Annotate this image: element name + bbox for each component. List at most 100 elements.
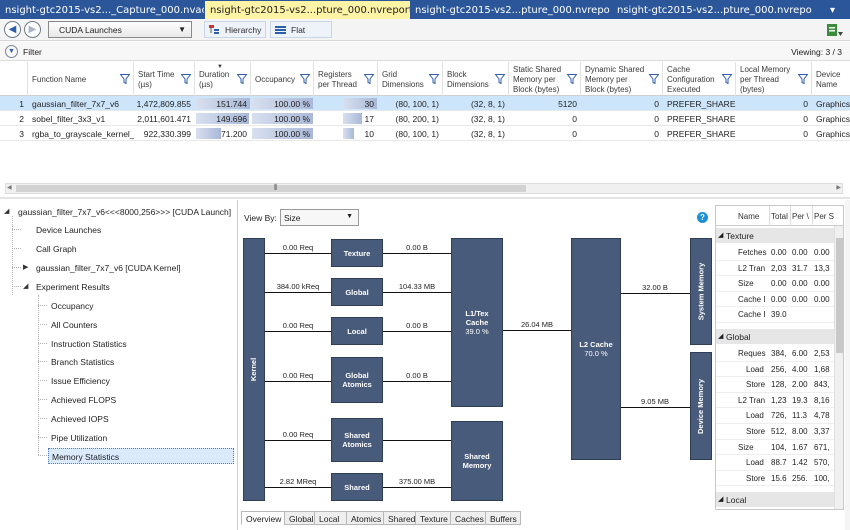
filter-funnel-icon[interactable] xyxy=(120,74,130,84)
tree-item-device-launches[interactable]: Device Launches xyxy=(36,222,101,238)
column-header-occupancy[interactable]: Occupancy xyxy=(251,62,314,96)
stats-cell: 15.6 xyxy=(771,473,787,483)
tree-item-experiment-results[interactable]: ◢ Experiment Results xyxy=(23,279,110,295)
stats-row[interactable]: L2 Tran 1,23 19.3 8,16 xyxy=(716,393,834,409)
collapse-icon[interactable]: ◢ xyxy=(718,495,723,503)
tree-item-experiment[interactable]: Issue Efficiency xyxy=(51,373,110,389)
stats-column-name[interactable]: Name xyxy=(738,212,768,221)
column-header-start-time[interactable]: Start Time (µs) xyxy=(134,62,195,96)
tree-item-experiment[interactable]: Achieved IOPS xyxy=(51,411,109,427)
stats-column-per-second[interactable]: Per S xyxy=(814,212,834,221)
stats-cell: 2,53 xyxy=(814,349,830,358)
filter-funnel-icon[interactable] xyxy=(649,74,659,84)
table-row[interactable]: 3 rgba_to_grayscale_kernel_v1 922,330.399 7… xyxy=(0,126,850,141)
column-header-duration[interactable]: ▼ Duration (µs) xyxy=(195,62,251,96)
stats-row[interactable]: Reques 384, 6.00 2,53 xyxy=(716,346,834,362)
tree-root-launch[interactable]: ◢ gaussian_filter_7x7_v6<<<8000,256>>> [C… xyxy=(4,204,231,220)
column-header-function-name[interactable]: Function Name xyxy=(28,62,134,96)
pane-vertical-scrollbar[interactable] xyxy=(845,200,850,530)
tree-item-kernel[interactable]: ▶ gaussian_filter_7x7_v6 [CUDA Kernel] xyxy=(23,260,181,276)
stats-column-total[interactable]: Total xyxy=(771,212,789,221)
export-icon[interactable] xyxy=(826,22,844,38)
collapse-icon[interactable]: ◢ xyxy=(23,282,28,290)
tree-item-experiment[interactable]: Memory Statistics xyxy=(48,448,234,465)
stats-row[interactable]: Cache I 39.0 xyxy=(716,307,834,323)
stats-row[interactable]: Size 0.00 0.00 0.00 xyxy=(716,276,834,292)
tree-item-experiment[interactable]: Occupancy xyxy=(51,298,94,314)
collapse-icon[interactable]: ◢ xyxy=(4,207,9,215)
launch-type-select[interactable]: CUDA Launches ▼ xyxy=(48,21,192,38)
stats-row[interactable]: L2 Tran 2,03 31.7 13,3 xyxy=(716,261,834,277)
doc-tab-report-2[interactable]: nsight-gtc2015-vs2...pture_000.nvreport xyxy=(410,1,610,19)
column-header-registers[interactable]: Registers per Thread xyxy=(314,62,378,96)
stats-row[interactable]: Fetches 0.00 0.00 0.00 xyxy=(716,245,834,261)
stats-group-global[interactable]: ◢ Global xyxy=(716,329,834,344)
stats-row[interactable]: Store 128, 2.00 843, xyxy=(716,377,834,393)
tab-buffers[interactable]: Buffers xyxy=(485,511,521,525)
stats-row[interactable]: Store 512, 8.00 3,37 xyxy=(716,424,834,440)
tab-local[interactable]: Local xyxy=(314,511,347,525)
doc-tab-report-active[interactable]: nsight-gtc2015-vs2...pture_000.nvreport⊸… xyxy=(205,1,410,19)
scrollbar-thumb[interactable]: ⦀ xyxy=(16,183,526,192)
table-cell-name: gaussian_filter_7x7_v6 xyxy=(28,96,134,111)
scroll-left-icon[interactable]: ◀ xyxy=(7,184,12,191)
filter-funnel-icon[interactable] xyxy=(300,74,310,84)
stats-row[interactable]: Load 256, 4.00 1,68 xyxy=(716,362,834,378)
stats-row[interactable]: Store 15.6 256. 100, xyxy=(716,471,834,487)
tab-shared[interactable]: Shared xyxy=(383,511,416,525)
tab-overflow-icon[interactable]: ▾ xyxy=(826,1,846,19)
scroll-right-icon[interactable]: ▶ xyxy=(836,184,841,191)
column-header-dynamic-shared[interactable]: Dynamic Shared Memory per Block (bytes) xyxy=(581,62,663,96)
stats-row[interactable]: Load 726, 11.3 4,78 xyxy=(716,408,834,424)
stats-column-per-warp[interactable]: Per \ xyxy=(792,212,810,221)
filter-funnel-icon[interactable] xyxy=(364,74,374,84)
stats-row[interactable]: Load 88.7 1.42 570, xyxy=(716,455,834,471)
expand-icon[interactable]: ▶ xyxy=(23,263,28,271)
stats-vertical-scrollbar[interactable] xyxy=(834,226,843,509)
tree-item-call-graph[interactable]: Call Graph xyxy=(36,241,77,257)
tab-caches[interactable]: Caches xyxy=(450,511,486,525)
column-header-grid-dimensions[interactable]: Grid Dimensions xyxy=(378,62,443,96)
filter-funnel-icon[interactable] xyxy=(567,74,577,84)
tab-overview[interactable]: Overview xyxy=(241,511,285,525)
scrollbar-thumb[interactable] xyxy=(836,238,843,353)
filter-funnel-icon[interactable] xyxy=(722,74,732,84)
pane-splitter[interactable] xyxy=(0,197,850,199)
filter-expand-button[interactable]: ▼ xyxy=(5,45,18,58)
tree-item-experiment[interactable]: All Counters xyxy=(51,317,97,333)
tab-atomics[interactable]: Atomics xyxy=(346,511,384,525)
column-header-static-shared[interactable]: Static Shared Memory per Block (bytes) xyxy=(509,62,581,96)
table-row[interactable]: 2 sobel_filter_3x3_v1 2,011,601.471 149.696… xyxy=(0,111,850,126)
forward-button[interactable]: ▶ xyxy=(24,21,41,38)
collapse-icon[interactable]: ◢ xyxy=(718,231,723,239)
tab-texture[interactable]: Texture xyxy=(415,511,451,525)
table-row[interactable]: 1 gaussian_filter_7x7_v6 1,472,809.855 151.… xyxy=(0,96,850,111)
stats-row[interactable]: Size 104, 1.67 671, xyxy=(716,440,834,456)
tree-item-experiment[interactable]: Achieved FLOPS xyxy=(51,392,116,408)
filter-funnel-icon[interactable] xyxy=(237,74,247,84)
filter-funnel-icon[interactable] xyxy=(798,74,808,84)
filter-funnel-icon[interactable] xyxy=(181,74,191,84)
column-header-cache-config[interactable]: Cache Configuration Executed xyxy=(663,62,736,96)
column-header-block-dimensions[interactable]: Block Dimensions xyxy=(443,62,509,96)
collapse-icon[interactable]: ◢ xyxy=(718,332,723,340)
flat-button[interactable]: Flat xyxy=(270,21,332,38)
stats-row[interactable]: Cache I 0.00 0.00 0.00 xyxy=(716,292,834,308)
column-header-local-memory[interactable]: Local Memory per Thread (bytes) xyxy=(736,62,812,96)
global-atomics-l1-link xyxy=(383,381,451,382)
stats-group-texture[interactable]: ◢ Texture xyxy=(716,228,834,243)
filter-funnel-icon[interactable] xyxy=(495,74,505,84)
table-cell-block: (32, 8, 1) xyxy=(443,96,509,111)
tree-item-experiment[interactable]: Instruction Statistics xyxy=(51,336,127,352)
hierarchy-button[interactable]: Hierarchy xyxy=(204,21,266,38)
back-button[interactable]: ◀ xyxy=(4,21,21,38)
tree-item-experiment[interactable]: Pipe Utilization xyxy=(51,430,107,446)
doc-tab-capture[interactable]: nsight-gtc2015-vs2..._Capture_000.nvact* xyxy=(0,1,204,19)
tab-global[interactable]: Global xyxy=(284,511,315,525)
tree-item-experiment[interactable]: Branch Statistics xyxy=(51,354,114,370)
doc-tab-report-3[interactable]: nsight-gtc2015-vs2...pture_000.nvreport xyxy=(612,1,812,19)
column-header-device-name[interactable]: Device Name xyxy=(812,62,850,96)
stats-group-local[interactable]: ◢ Local xyxy=(716,492,834,508)
horizontal-scrollbar[interactable]: ◀ ⦀ ▶ xyxy=(5,183,843,194)
filter-funnel-icon[interactable] xyxy=(429,74,439,84)
